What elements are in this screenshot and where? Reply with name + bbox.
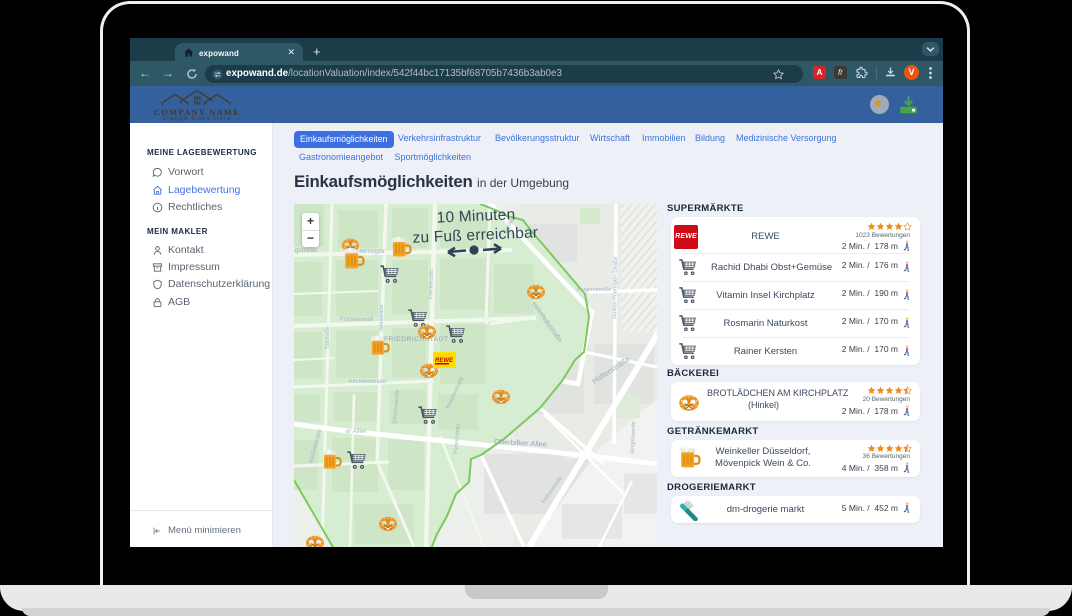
svg-text:Jahnstraße: Jahnstraße	[379, 304, 385, 332]
svg-text:er Allee: er Allee	[346, 429, 367, 435]
svg-text:gstraße: gstraße	[295, 247, 317, 254]
svg-text:Fürstenwall: Fürstenwall	[340, 316, 374, 323]
svg-text:10 Minuten: 10 Minuten	[436, 206, 515, 226]
svg-text:Corneliusstr.: Corneliusstr.	[428, 268, 435, 299]
svg-text:Ringelsweide: Ringelsweide	[630, 421, 637, 454]
svg-text:Kirchfeldstraße: Kirchfeldstraße	[349, 379, 386, 385]
svg-text:Gustav-Poensgen-Straße: Gustav-Poensgen-Straße	[612, 257, 619, 319]
svg-text:Bunsenstraße: Bunsenstraße	[577, 287, 611, 293]
svg-text:Herzogstr: Herzogstr	[357, 248, 386, 255]
svg-text:Talstraße: Talstraße	[325, 326, 331, 349]
svg-text:FRIEDRICHSTADT: FRIEDRICHSTADT	[384, 336, 449, 343]
